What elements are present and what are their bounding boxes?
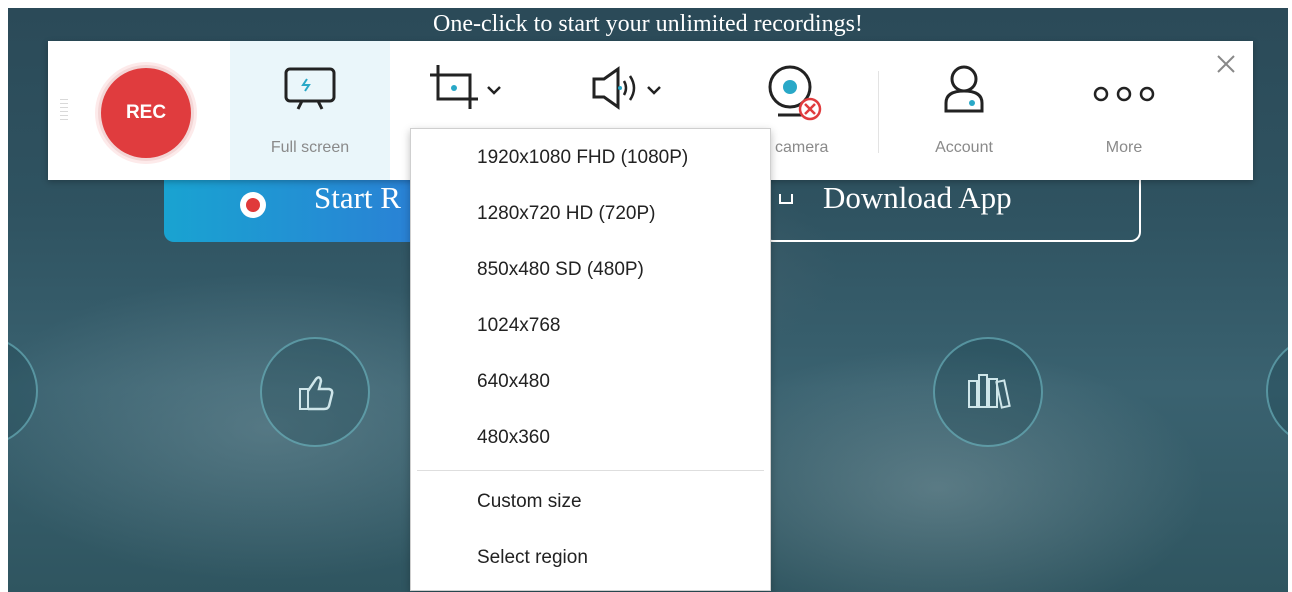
rec-button[interactable]: REC [98, 65, 194, 161]
crop-icon [430, 65, 501, 109]
record-dot-icon [240, 192, 266, 218]
feature-circle-thumbs-up [260, 337, 370, 447]
select-region-option[interactable]: Select region [477, 547, 588, 569]
account-label: Account [935, 139, 993, 156]
account-tool[interactable]: Account [904, 41, 1024, 180]
resolution-option-1080p[interactable]: 1920x1080 FHD (1080P) [477, 147, 688, 169]
fullscreen-label: Full screen [270, 139, 350, 156]
feature-circle-library [933, 337, 1043, 447]
close-icon [1217, 55, 1235, 73]
more-dots-icon [1093, 86, 1155, 102]
download-icon [779, 194, 793, 204]
close-button[interactable] [1213, 51, 1239, 77]
resolution-dropdown: 1920x1080 FHD (1080P) 1280x720 HD (720P)… [410, 128, 771, 591]
download-app-label: Download App [823, 180, 1012, 215]
webcam-off-icon [768, 65, 822, 121]
more-label: More [1105, 139, 1143, 156]
toolbar-divider [878, 71, 879, 153]
feature-circle-right [1266, 336, 1288, 446]
more-tool[interactable]: More [1064, 41, 1184, 180]
account-icon [944, 65, 984, 113]
feature-circle-left [8, 336, 38, 446]
thumbs-up-icon [299, 376, 334, 411]
resolution-option-640x480[interactable]: 640x480 [477, 371, 550, 393]
monitor-icon [284, 67, 336, 110]
start-recording-label: Start R [314, 180, 401, 215]
menu-separator [417, 470, 764, 471]
resolution-option-480p[interactable]: 850x480 SD (480P) [477, 259, 644, 281]
resolution-option-720p[interactable]: 1280x720 HD (720P) [477, 203, 656, 225]
promo-headline: One-click to start your unlimited record… [433, 11, 863, 37]
custom-size-option[interactable]: Custom size [477, 491, 582, 513]
books-icon [968, 374, 1011, 409]
speaker-icon [592, 66, 661, 110]
drag-handle[interactable] [60, 99, 68, 121]
resolution-option-480x360[interactable]: 480x360 [477, 427, 550, 449]
resolution-option-1024x768[interactable]: 1024x768 [477, 315, 560, 337]
fullscreen-tool[interactable]: Full screen [230, 41, 390, 180]
